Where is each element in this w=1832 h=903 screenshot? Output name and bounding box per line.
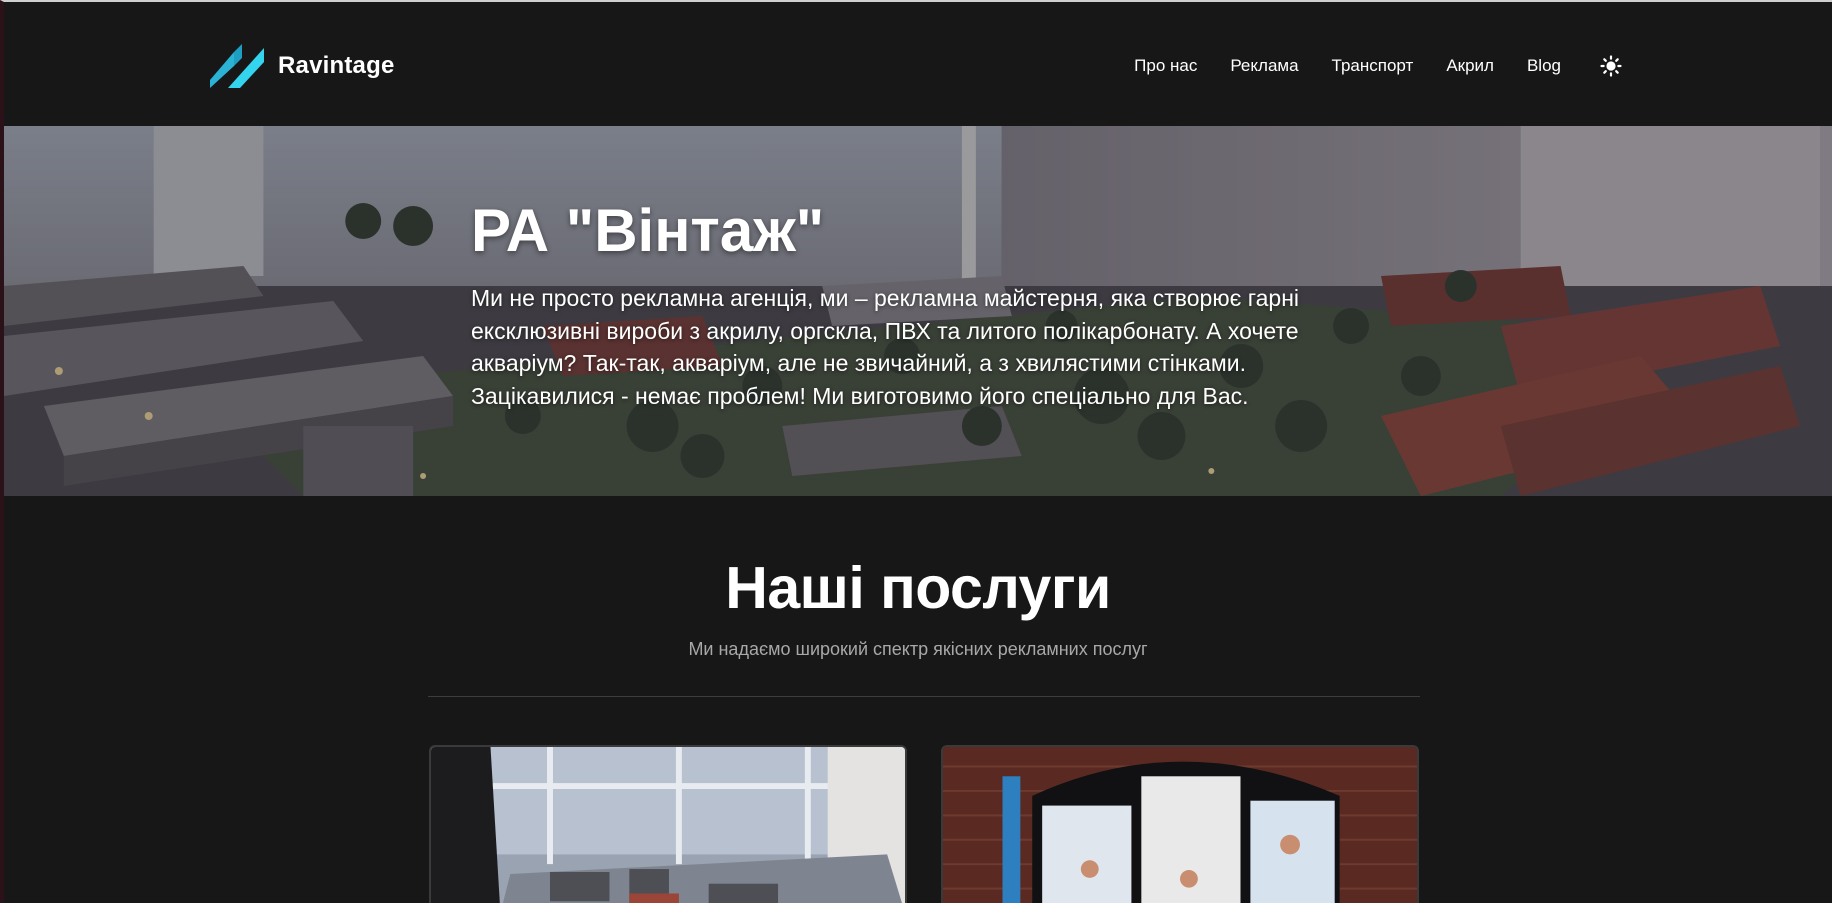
architectural-model-photo <box>431 747 905 903</box>
services-section: Наші послуги Ми надаємо широкий спектр я… <box>4 496 1832 903</box>
hero-section: РА "Вінтаж" Ми не просто рекламна агенці… <box>4 126 1832 496</box>
double-slash-logo-icon <box>210 44 264 88</box>
divider <box>428 696 1420 697</box>
page: Ravintage Про нас Реклама Транспорт Акри… <box>0 0 1832 903</box>
site-header: Ravintage Про нас Реклама Транспорт Акри… <box>4 2 1832 126</box>
nav-item-blog[interactable]: Blog <box>1527 56 1561 76</box>
services-subtitle: Ми надаємо широкий спектр якісних реклам… <box>688 639 1148 659</box>
nav-item-transport[interactable]: Транспорт <box>1332 56 1414 76</box>
brand-name: Ravintage <box>278 52 395 79</box>
service-card[interactable] <box>941 745 1419 903</box>
main-nav: Про нас Реклама Транспорт Акрил Blog <box>1134 52 1624 80</box>
sun-icon <box>1600 55 1622 77</box>
service-card[interactable] <box>429 745 907 903</box>
brand-link[interactable]: Ravintage <box>210 44 395 88</box>
storefront-display-photo <box>943 747 1417 903</box>
services-title: Наші послуги <box>725 555 1111 621</box>
nav-item-acrylic[interactable]: Акрил <box>1446 56 1494 76</box>
hero-content: РА "Вінтаж" Ми не просто рекламна агенці… <box>471 198 1391 412</box>
nav-item-about[interactable]: Про нас <box>1134 56 1197 76</box>
hero-text: Ми не просто рекламна агенція, ми – рекл… <box>471 285 1299 409</box>
hero-title: РА "Вінтаж" <box>471 197 825 264</box>
theme-toggle-button[interactable] <box>1598 53 1624 79</box>
nav-item-advertising[interactable]: Реклама <box>1230 56 1298 76</box>
